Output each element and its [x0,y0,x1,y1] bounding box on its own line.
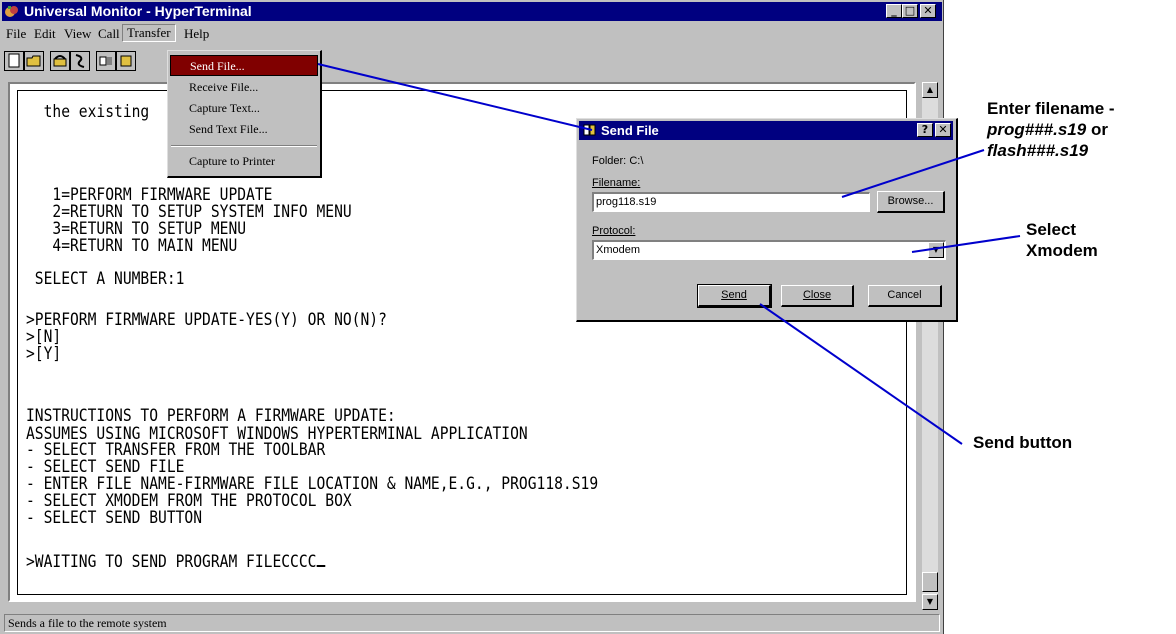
annotation-send-button: Send button [973,433,1073,452]
send-file-dialog: Send File ? ✕ Folder: C:\ Filename: prog… [576,118,958,322]
terminal-line: the existing [26,102,150,122]
connect-icon[interactable] [50,51,70,71]
minimize-button[interactable]: _ [886,4,902,18]
dialog-title: Send File [601,123,659,138]
title-bar[interactable]: Universal Monitor - HyperTerminal _ □ ✕ [2,2,942,21]
close-button[interactable]: ✕ [920,4,936,18]
terminal-line: INSTRUCTIONS TO PERFORM A FIRMWARE UPDAT… [26,406,396,426]
filename-label: Filename: [592,177,641,189]
protocol-label: Protocol: [592,225,636,237]
new-icon[interactable] [4,51,24,71]
scroll-down-icon[interactable]: ▼ [922,594,938,610]
help-button[interactable]: ? [917,123,933,137]
status-bar: Sends a file to the remote system [4,614,940,632]
send-icon[interactable] [96,51,116,71]
send-file-icon [583,123,597,142]
filename-field[interactable]: prog118.s19 [592,192,870,212]
folder-value: C:\ [629,155,644,167]
terminal-line: >WAITING TO SEND PROGRAM FILECCCC [26,552,317,572]
terminal-line: >[Y] [26,344,62,364]
open-icon[interactable] [24,51,44,71]
terminal-line: >PERFORM FIRMWARE UPDATE-YES(Y) OR NO(N)… [26,310,387,330]
menu-view[interactable]: View [60,25,95,42]
chevron-down-icon[interactable]: ▼ [928,242,944,258]
dialog-title-bar[interactable]: Send File ? ✕ [579,121,953,140]
window-title: Universal Monitor - HyperTerminal [24,3,252,19]
menu-edit[interactable]: Edit [30,25,60,42]
protocol-value: Xmodem [596,244,641,256]
menu-item-capture-text[interactable]: Capture Text... [170,98,318,119]
folder-label: Folder: C:\ [592,155,644,167]
protocol-select[interactable]: Xmodem ▼ [592,240,946,260]
menu-separator [171,145,317,147]
maximize-button[interactable]: □ [902,4,918,18]
annotation-enter-filename: Enter filename - prog###.s19 or flash###… [987,99,1115,160]
menu-transfer[interactable]: Transfer [122,24,176,42]
terminal-line: SELECT A NUMBER:1 [26,269,185,289]
menu-item-send-file[interactable]: Send File... [170,55,318,76]
send-button[interactable]: Send [697,284,772,308]
status-text: Sends a file to the remote system [8,616,167,630]
menu-item-send-text-file[interactable]: Send Text File... [170,119,318,140]
menu-item-receive-file[interactable]: Receive File... [170,77,318,98]
terminal-line: 4=RETURN TO MAIN MENU [26,236,238,256]
menu-help[interactable]: Help [180,25,213,42]
dialog-close-button[interactable]: ✕ [935,123,951,137]
menu-bar: File Edit View Call Transfer Help [2,23,942,43]
transfer-menu: Send File... Receive File... Capture Tex… [167,50,322,178]
menu-item-capture-to-printer[interactable]: Capture to Printer [170,151,318,172]
text-cursor [316,551,326,567]
menu-file[interactable]: File [2,25,30,42]
annotation-select-xmodem: Select Xmodem [1026,220,1098,260]
disconnect-icon[interactable] [70,51,90,71]
receive-icon[interactable] [116,51,136,71]
scroll-up-icon[interactable]: ▲ [922,82,938,98]
browse-button[interactable]: Browse... [877,191,945,213]
terminal-line: - SELECT SEND BUTTON [26,508,203,528]
scroll-thumb[interactable] [922,572,938,592]
terminal-prompt-line: >WAITING TO SEND PROGRAM FILECCCC [26,551,326,572]
cancel-button[interactable]: Cancel [868,285,942,307]
dialog-close-action-button[interactable]: Close [781,285,854,307]
hyperterminal-app-icon [4,3,20,19]
menu-call[interactable]: Call [94,25,124,42]
toolbar [2,47,942,75]
